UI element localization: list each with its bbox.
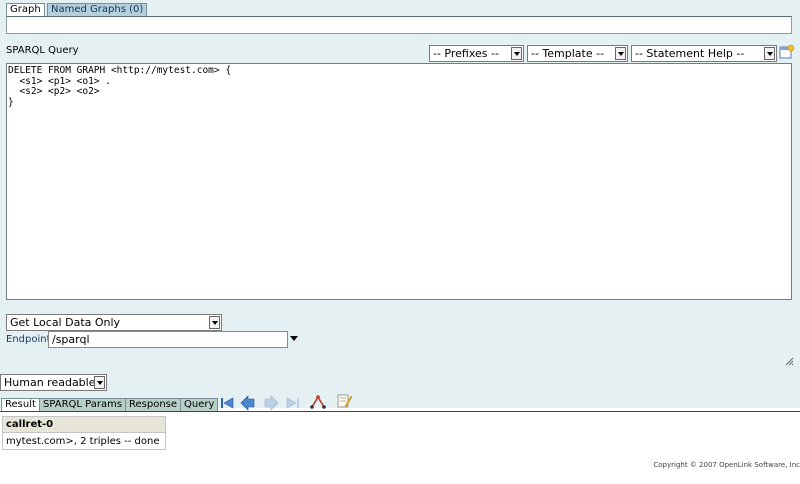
template-select[interactable]: -- Template --: [527, 45, 628, 62]
tab-query[interactable]: Query: [180, 398, 219, 412]
chevron-down-icon: [764, 47, 775, 60]
statement-help-select[interactable]: -- Statement Help --: [631, 45, 777, 62]
sparql-query-textarea[interactable]: DELETE FROM GRAPH <http://mytest.com> { …: [6, 63, 792, 300]
tab-graph[interactable]: Graph: [6, 3, 45, 17]
endpoint-input[interactable]: /sparql: [48, 331, 288, 348]
template-select-value: -- Template --: [531, 47, 605, 60]
result-table: callret-0 mytest.com>, 2 triples -- done: [2, 416, 166, 450]
data-source-select-value: Get Local Data Only: [10, 316, 121, 329]
tab-sparql-params[interactable]: SPARQL Params: [39, 398, 127, 412]
chevron-down-icon: [511, 47, 522, 60]
tab-result[interactable]: Result: [1, 398, 40, 412]
new-query-icon[interactable]: [779, 44, 795, 60]
format-select[interactable]: Human readable: [0, 374, 107, 391]
table-row: mytest.com>, 2 triples -- done: [2, 432, 166, 450]
tab-response[interactable]: Response: [125, 398, 182, 412]
copyright-text: Copyright © 2007 OpenLink Software, Inc: [653, 461, 800, 469]
resize-grip-icon[interactable]: [784, 356, 794, 366]
prefixes-select[interactable]: -- Prefixes --: [429, 45, 524, 62]
result-column-header: callret-0: [2, 416, 166, 433]
data-source-select[interactable]: Get Local Data Only: [6, 314, 222, 331]
format-select-value: Human readable: [4, 376, 96, 389]
previous-page-icon[interactable]: [240, 395, 256, 411]
first-page-icon[interactable]: [219, 395, 235, 411]
chevron-down-icon: [94, 376, 105, 389]
result-cell: mytest.com>, 2 triples -- done: [2, 432, 166, 450]
result-header-row: callret-0: [2, 416, 166, 433]
chevron-down-icon: [209, 316, 220, 329]
next-page-icon[interactable]: [263, 395, 279, 411]
divider: [0, 411, 800, 412]
graph-input[interactable]: [6, 16, 792, 34]
tab-named-graphs[interactable]: Named Graphs (0): [47, 3, 148, 17]
sparql-query-label: SPARQL Query: [6, 45, 79, 56]
endpoint-label: Endpoint: [6, 334, 51, 345]
last-page-icon[interactable]: [285, 395, 301, 411]
chevron-down-icon: [615, 47, 626, 60]
endpoint-dropdown-icon[interactable]: [290, 334, 298, 342]
edit-query-icon[interactable]: [336, 393, 352, 409]
prefixes-select-value: -- Prefixes --: [433, 47, 499, 60]
statement-help-select-value: -- Statement Help --: [635, 47, 745, 60]
graph-view-icon[interactable]: [310, 394, 326, 410]
